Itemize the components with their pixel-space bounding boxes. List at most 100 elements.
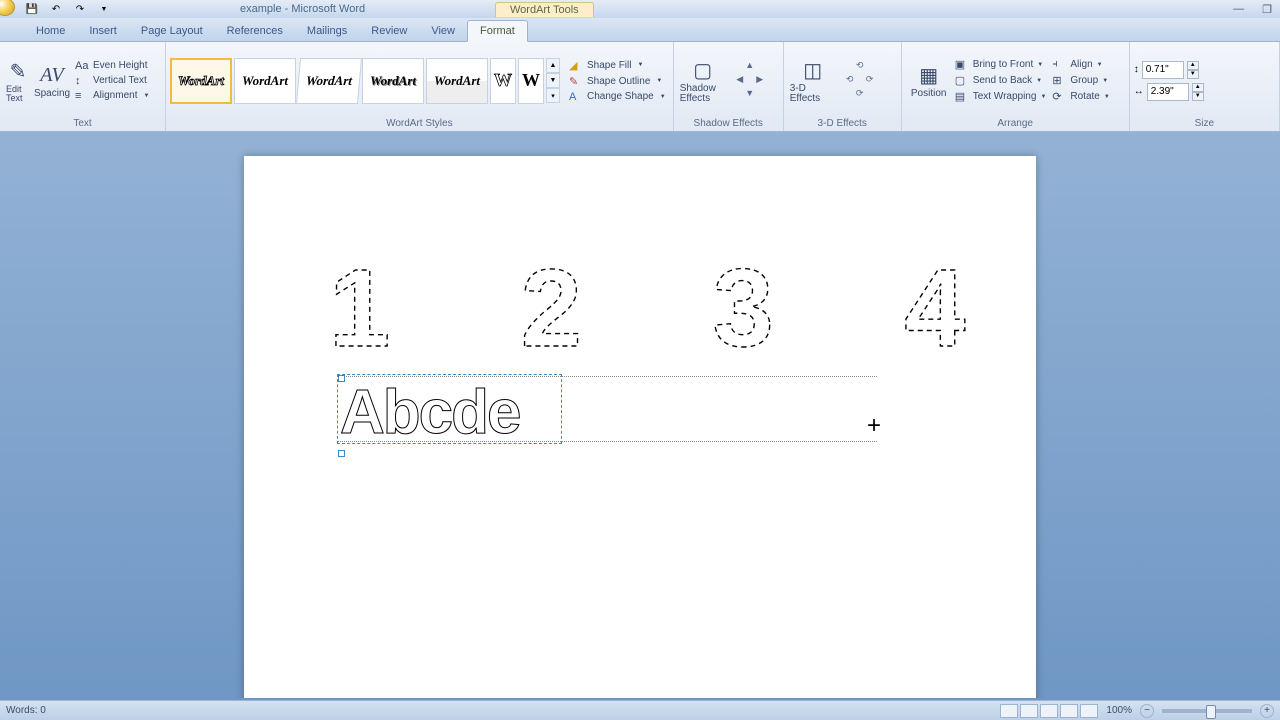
send-back-icon: ▢ (955, 74, 969, 87)
group-size-label: Size (1134, 117, 1275, 131)
wordart-selection[interactable]: Abcde (337, 374, 562, 444)
tab-mailings[interactable]: Mailings (295, 21, 359, 41)
document-area[interactable]: 1 2 3 4 5 Abcde + (0, 132, 1280, 698)
tilt-right-icon[interactable]: ⟳ (866, 74, 874, 88)
group-arrange-label: Arrange (906, 117, 1125, 131)
height-down-icon[interactable]: ▼ (1187, 70, 1199, 79)
shadow-icon: ▢ (693, 58, 712, 84)
bring-front-button[interactable]: ▣Bring to Front▼ (952, 57, 1050, 72)
resize-crosshair-icon[interactable]: + (867, 412, 881, 440)
height-input[interactable] (1142, 61, 1184, 79)
edit-text-icon: ✎ (10, 59, 27, 85)
qat-dropdown-icon[interactable]: ▼ (96, 1, 112, 17)
nudge-up-icon[interactable]: ▲ (745, 60, 754, 74)
status-bar: Words: 0 100% − + (0, 700, 1280, 720)
shadow-effects-button[interactable]: ▢ Shadow Effects (678, 56, 728, 106)
width-up-icon[interactable]: ▲ (1192, 83, 1204, 92)
tilt-down-icon[interactable]: ⟳ (856, 88, 864, 102)
3d-tilt: ⟲ ⟲ ⟳ ⟳ (840, 60, 880, 102)
ribbon-tabs: Home Insert Page Layout References Maili… (0, 18, 1280, 42)
outline-view-icon[interactable] (1060, 704, 1078, 718)
shadow-label: Shadow Effects (680, 84, 726, 104)
height-up-icon[interactable]: ▲ (1187, 61, 1199, 70)
tab-view[interactable]: View (419, 21, 467, 41)
style-5[interactable]: WordArt (426, 58, 488, 104)
width-down-icon[interactable]: ▼ (1192, 92, 1204, 101)
tilt-left-icon[interactable]: ⟲ (846, 74, 854, 88)
full-screen-view-icon[interactable] (1020, 704, 1038, 718)
style-7[interactable]: W (518, 58, 544, 104)
nudge-down-icon[interactable]: ▼ (745, 88, 754, 102)
3d-effects-button[interactable]: ◫ 3-D Effects (788, 56, 838, 106)
office-button[interactable] (0, 0, 15, 16)
tab-page-layout[interactable]: Page Layout (129, 21, 215, 41)
gallery-down-icon[interactable]: ▼ (546, 73, 560, 88)
undo-icon[interactable]: ↶ (48, 1, 64, 17)
zoom-in-icon[interactable]: + (1260, 704, 1274, 718)
paint-bucket-icon: ◢ (569, 59, 583, 72)
vertical-text-button[interactable]: ↕Vertical Text (72, 74, 152, 88)
group-size: ↕ ▲▼ ↔ ▲▼ Size (1130, 42, 1280, 131)
shape-outline-button[interactable]: ✎Shape Outline▼ (566, 74, 669, 89)
draft-view-icon[interactable] (1080, 704, 1098, 718)
style-1[interactable]: WordArt (170, 58, 232, 104)
tab-home[interactable]: Home (24, 21, 77, 41)
even-height-button[interactable]: AaEven Height (72, 59, 152, 73)
position-icon: ▦ (919, 62, 938, 88)
redo-icon[interactable]: ↷ (72, 1, 88, 17)
maximize-icon[interactable]: ❐ (1262, 3, 1272, 16)
tilt-up-icon[interactable]: ⟲ (856, 60, 864, 74)
rotate-icon: ⟳ (1052, 90, 1066, 103)
group-styles-label: WordArt Styles (170, 117, 669, 131)
tab-references[interactable]: References (215, 21, 295, 41)
spacing-button[interactable]: AV Spacing (32, 60, 72, 101)
gallery-scroll: ▲ ▼ ▾ (546, 58, 560, 103)
save-icon[interactable]: 💾 (24, 1, 40, 17)
tab-format[interactable]: Format (467, 20, 528, 42)
edit-text-button[interactable]: ✎ Edit Text (4, 57, 32, 105)
group-button[interactable]: ⊞Group▼ (1049, 73, 1112, 88)
svg-text:Abcde: Abcde (340, 378, 520, 445)
rotate-button[interactable]: ⟳Rotate▼ (1049, 89, 1112, 104)
ribbon: ✎ Edit Text AV Spacing AaEven Height ↕Ve… (0, 42, 1280, 132)
change-shape-button[interactable]: AChange Shape▼ (566, 90, 669, 104)
spacing-icon: AV (40, 62, 63, 88)
print-layout-view-icon[interactable] (1000, 704, 1018, 718)
width-input[interactable] (1147, 83, 1189, 101)
minimize-icon[interactable]: — (1233, 3, 1244, 16)
group-arrange: ▦ Position ▣Bring to Front▼ ▢Send to Bac… (902, 42, 1130, 131)
page: 1 2 3 4 5 Abcde + (244, 156, 1036, 698)
word-count[interactable]: Words: 0 (6, 705, 46, 716)
nudge-left-icon[interactable]: ◀ (736, 74, 743, 88)
style-2[interactable]: WordArt (234, 58, 296, 104)
nudge-right-icon[interactable]: ▶ (756, 74, 763, 88)
text-wrapping-button[interactable]: ▤Text Wrapping▼ (952, 89, 1050, 104)
align-button[interactable]: ⫞Align▼ (1049, 57, 1112, 72)
window-controls: — ❐ (1233, 3, 1272, 16)
alignment-button[interactable]: ≡Alignment▼ (72, 89, 152, 103)
change-shape-icon: A (569, 91, 583, 103)
gallery-up-icon[interactable]: ▲ (546, 58, 560, 73)
send-back-button[interactable]: ▢Send to Back▼ (952, 73, 1050, 88)
zoom-slider[interactable] (1162, 709, 1252, 713)
group-icon: ⊞ (1052, 74, 1066, 87)
quick-access-toolbar: 💾 ↶ ↷ ▼ (24, 1, 112, 17)
svg-text:1 2 3 4 5: 1 2 3 4 5 (329, 247, 969, 366)
web-layout-view-icon[interactable] (1040, 704, 1058, 718)
zoom-out-icon[interactable]: − (1140, 704, 1154, 718)
wordart-letters[interactable]: Abcde (338, 375, 563, 445)
group-shadow-label: Shadow Effects (678, 117, 779, 131)
style-6[interactable]: W (490, 58, 516, 104)
tab-review[interactable]: Review (359, 21, 419, 41)
zoom-level[interactable]: 100% (1106, 705, 1132, 716)
style-3[interactable]: WordArt (296, 58, 362, 104)
gallery-more-icon[interactable]: ▾ (546, 88, 560, 103)
wordart-tools-tab[interactable]: WordArt Tools (495, 2, 594, 17)
shape-fill-button[interactable]: ◢Shape Fill▼ (566, 58, 669, 73)
wordart-numbers[interactable]: 1 2 3 4 5 (329, 246, 969, 366)
position-button[interactable]: ▦ Position (906, 60, 952, 101)
tab-insert[interactable]: Insert (77, 21, 129, 41)
vertical-text-icon: ↕ (75, 75, 89, 87)
pencil-outline-icon: ✎ (569, 75, 583, 88)
style-4[interactable]: WordArt (362, 58, 424, 104)
